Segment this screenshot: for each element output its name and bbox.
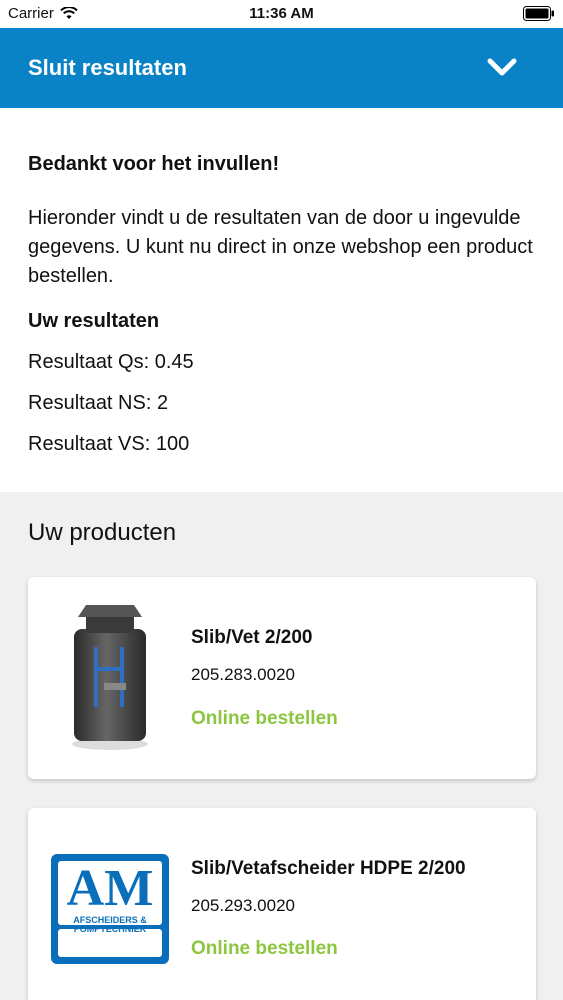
product-code: 205.293.0020 — [191, 896, 295, 915]
am-logo-line4: & ADVIES APP — [78, 943, 142, 953]
chevron-down-icon[interactable] — [485, 54, 519, 80]
results-heading: Uw resultaten — [28, 310, 160, 332]
result-ns: Resultaat NS: 2 — [28, 392, 169, 414]
close-results-title[interactable]: Sluit resultaten — [28, 55, 187, 81]
results-panel: Bedankt voor het invullen! Hieronder vin… — [0, 108, 563, 492]
status-bar: Carrier 11:36 AM — [0, 0, 563, 28]
products-heading: Uw producten — [28, 519, 177, 546]
order-online-link[interactable]: Online bestellen — [191, 938, 338, 960]
order-online-link[interactable]: Online bestellen — [191, 708, 338, 730]
product-name: Slib/Vet 2/200 — [191, 627, 313, 648]
product-code: 205.283.0020 — [191, 665, 295, 684]
results-header[interactable]: Sluit resultaten — [0, 28, 563, 108]
am-logo-letters: AM — [66, 860, 154, 917]
status-time: 11:36 AM — [249, 5, 314, 22]
result-qs: Resultaat Qs: 0.45 — [28, 351, 194, 373]
product-card[interactable]: AM AFSCHEIDERS & POMPTECHNIEK CAPACITEIT… — [28, 808, 536, 1000]
thanks-heading: Bedankt voor het invullen! — [28, 153, 280, 175]
product-name: Slib/Vetafscheider HDPE 2/200 — [191, 858, 466, 879]
am-logo-line3: CAPACITEITS — [80, 933, 140, 943]
intro-text: Hieronder vindt u de resultaten van de d… — [28, 207, 533, 287]
battery-icon — [523, 6, 555, 25]
product-card[interactable]: Slib/Vet 2/200 205.283.0020 Online beste… — [28, 577, 536, 779]
result-vs: Resultaat VS: 100 — [28, 433, 190, 455]
separator-tank-image — [72, 605, 148, 750]
